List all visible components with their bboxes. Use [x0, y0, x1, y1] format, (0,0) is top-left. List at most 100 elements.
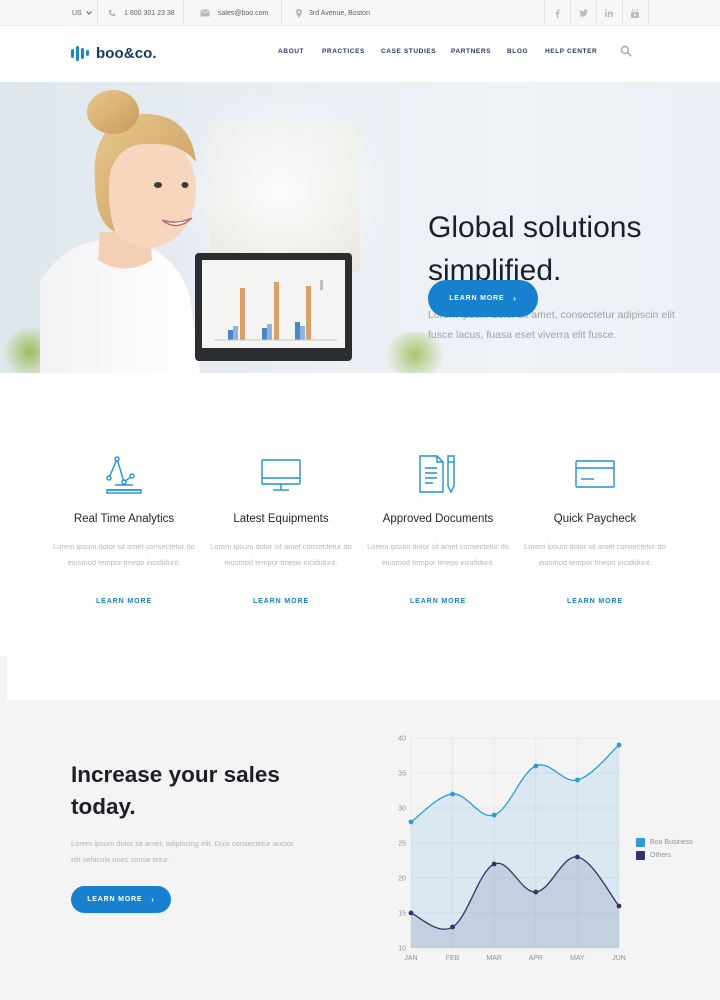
phone-icon [108, 9, 116, 17]
legend-swatch [636, 838, 645, 847]
legend-label: Others [650, 852, 672, 859]
data-point [533, 889, 539, 895]
data-point [533, 763, 539, 769]
nav-partners[interactable]: PARTNERS [451, 48, 491, 55]
feature-title: Quick Paycheck [553, 513, 637, 525]
monitor-illustration [195, 253, 352, 361]
feature-card: Approved Documents Lorem ipsum dolor sit… [360, 452, 516, 605]
youtube-icon [631, 8, 639, 18]
email-info[interactable]: sales@boo.com [200, 0, 268, 26]
feature-card: Quick Paycheck Lorem ipsum dolor sit ame… [517, 452, 673, 605]
analytics-icon [106, 456, 142, 494]
sales-learn-more-button[interactable]: LEARN MORE › [71, 886, 171, 913]
hero-banner: Global solutions simplified. Lorem ipsum… [0, 82, 720, 373]
y-tick-label: 20 [398, 876, 406, 883]
feature-description: Lorem ipsum dolor sit amet consectetur d… [53, 542, 195, 567]
data-point [616, 903, 622, 909]
document-icon [419, 455, 455, 494]
chevron-down-icon [85, 11, 92, 15]
y-tick-label: 35 [398, 771, 406, 778]
twitter-link[interactable] [570, 0, 596, 26]
y-tick-label: 15 [398, 911, 406, 918]
feature-description: Lorem ipsum dolor sit amet consectetur d… [524, 542, 666, 567]
data-point [616, 742, 622, 748]
feature-card: Latest Equipments Lorem ipsum dolor sit … [203, 452, 359, 605]
divider [648, 0, 649, 26]
chart-legend: Boo Business Others [636, 836, 693, 862]
feature-title: Approved Documents [382, 513, 494, 525]
facebook-link[interactable] [544, 0, 570, 26]
hero-learn-more-button[interactable]: LEARN MORE › [428, 280, 538, 317]
nav-practices[interactable]: PRACTICES [322, 48, 365, 55]
search-icon[interactable] [620, 45, 632, 57]
feature-title: Latest Equipments [233, 513, 329, 525]
legend-swatch [636, 851, 645, 860]
main-header: boo&co. ABOUT PRACTICES CASE STUDIES PAR… [0, 26, 720, 82]
data-point [575, 854, 580, 860]
linkedin-link[interactable] [596, 0, 622, 26]
x-tick-label: JUN [612, 955, 626, 962]
monitor-chart-graphic [214, 280, 337, 341]
logo-text: boo&co. [96, 44, 157, 62]
chevron-right-icon: › [151, 895, 155, 904]
x-tick-label: APR [529, 955, 543, 962]
address-info: 3rd Avenue, Boston [296, 0, 370, 26]
linkedin-icon [605, 9, 613, 17]
data-point [450, 924, 455, 930]
top-bar: US 1 800 301 23 38 sales@boo.com 3rd Ave… [0, 0, 720, 26]
nav-help-center[interactable]: HELP CENTER [545, 48, 597, 55]
sales-description: Lorem ipsum dolor sit amet, adipiscing e… [71, 839, 294, 864]
feature-card: Real Time Analytics Lorem ipsum dolor si… [46, 452, 202, 605]
feature-description: Lorem ipsum dolor sit amet consectetur d… [210, 542, 352, 567]
data-point [408, 910, 414, 916]
feature-learn-more-link[interactable]: LEARN MORE [517, 598, 673, 605]
legend-label: Boo Business [650, 839, 693, 846]
phone-info[interactable]: 1 800 301 23 38 [108, 0, 175, 26]
feature-learn-more-link[interactable]: LEARN MORE [203, 598, 359, 605]
nav-case-studies[interactable]: CASE STUDIES [381, 48, 436, 55]
data-point [491, 812, 497, 818]
y-tick-label: 40 [398, 736, 406, 743]
feature-learn-more-link[interactable]: LEARN MORE [360, 598, 516, 605]
x-tick-label: FEB [446, 955, 460, 962]
sales-title: Increase your sales today. [71, 762, 280, 819]
logo-mark-icon [71, 45, 89, 61]
nav-blog[interactable]: BLOG [507, 48, 528, 55]
monitor-icon [261, 459, 301, 491]
button-label: LEARN MORE [87, 896, 143, 903]
data-point [408, 819, 414, 825]
x-tick-label: JAN [404, 955, 417, 962]
legend-item[interactable]: Others [636, 849, 693, 862]
phone-number: 1 800 301 23 38 [124, 9, 175, 17]
divider [97, 0, 98, 26]
logo[interactable]: boo&co. [71, 43, 157, 63]
data-point [450, 791, 455, 797]
x-tick-label: MAY [570, 955, 585, 962]
email-address: sales@boo.com [218, 9, 269, 17]
data-point [491, 861, 497, 867]
nav-about[interactable]: ABOUT [278, 48, 304, 55]
legend-item[interactable]: Boo Business [636, 836, 693, 849]
divider [281, 0, 282, 26]
map-pin-icon [296, 8, 302, 18]
y-tick-label: 30 [398, 806, 406, 813]
feature-title: Real Time Analytics [73, 513, 175, 525]
chevron-right-icon: › [513, 294, 517, 303]
data-point [575, 777, 580, 783]
locale-label: US [72, 9, 82, 17]
locale-selector[interactable]: US [72, 0, 92, 26]
section-edge [0, 656, 7, 700]
y-tick-label: 10 [398, 946, 406, 953]
button-label: LEARN MORE [449, 295, 505, 302]
youtube-link[interactable] [622, 0, 648, 26]
facebook-icon [555, 9, 560, 18]
y-tick-label: 25 [398, 841, 406, 848]
feature-description: Lorem ipsum dolor sit amet consectetur d… [367, 542, 509, 567]
credit-card-icon [575, 460, 615, 488]
x-tick-label: MAR [486, 955, 502, 962]
mail-icon [200, 9, 210, 17]
feature-learn-more-link[interactable]: LEARN MORE [46, 598, 202, 605]
address-text: 3rd Avenue, Boston [309, 9, 370, 17]
twitter-icon [578, 9, 588, 17]
divider [183, 0, 184, 26]
